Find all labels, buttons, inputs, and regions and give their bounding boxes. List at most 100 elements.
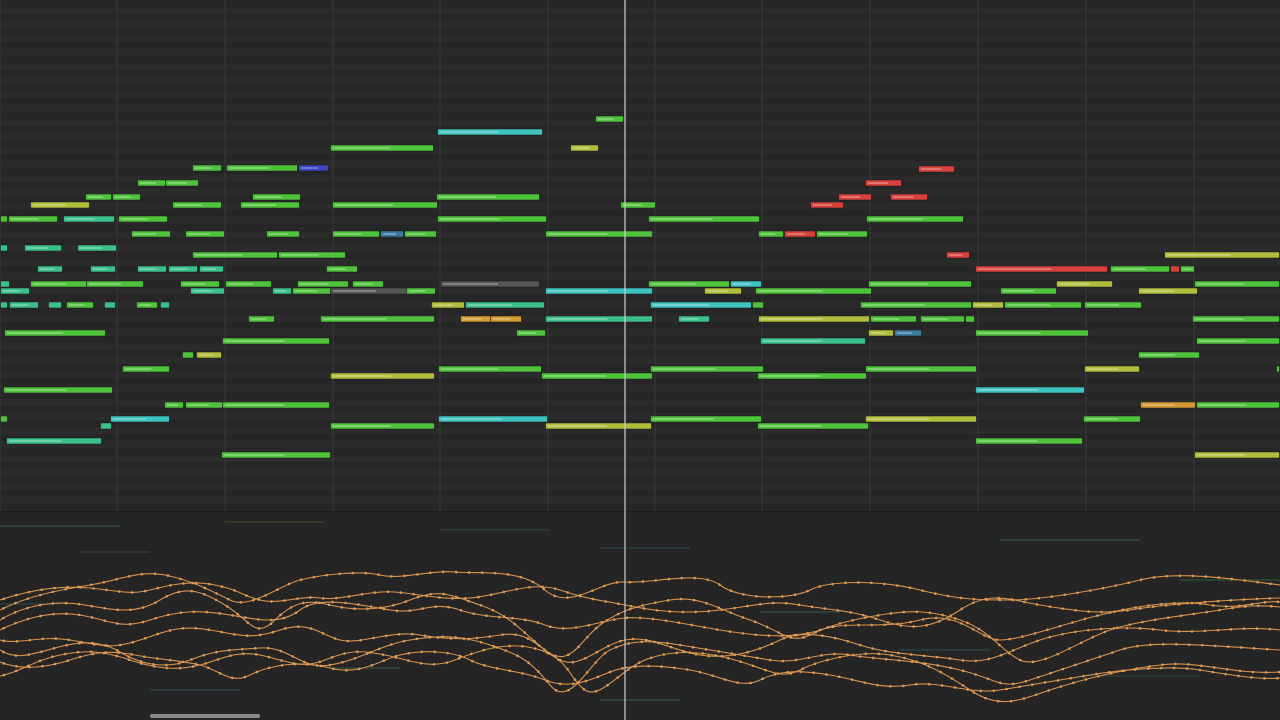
- automation-point[interactable]: [890, 653, 893, 657]
- automation-point[interactable]: [974, 659, 978, 663]
- automation-point[interactable]: [407, 659, 410, 662]
- automation-point[interactable]: [758, 602, 762, 606]
- automation-point[interactable]: [252, 598, 255, 602]
- automation-point[interactable]: [571, 682, 575, 686]
- automation-point[interactable]: [677, 621, 681, 625]
- automation-point[interactable]: [1251, 670, 1255, 674]
- automation-point[interactable]: [1160, 602, 1163, 606]
- automation-point[interactable]: [704, 648, 708, 651]
- automation-point[interactable]: [715, 628, 719, 631]
- automation-point[interactable]: [230, 676, 234, 680]
- midi-note[interactable]: [182, 351, 194, 359]
- automation-point[interactable]: [127, 658, 131, 662]
- automation-point[interactable]: [141, 606, 145, 609]
- automation-point[interactable]: [729, 611, 733, 614]
- automation-point[interactable]: [182, 582, 185, 585]
- automation-point[interactable]: [1061, 607, 1065, 610]
- automation-point[interactable]: [877, 652, 881, 656]
- automation-point[interactable]: [515, 587, 518, 591]
- automation-point[interactable]: [782, 636, 786, 640]
- automation-point[interactable]: [641, 604, 644, 607]
- automation-point[interactable]: [271, 630, 275, 634]
- automation-point[interactable]: [467, 571, 471, 574]
- automation-point[interactable]: [1061, 667, 1065, 671]
- automation-point[interactable]: [666, 641, 669, 645]
- automation-point[interactable]: [533, 639, 536, 643]
- automation-point[interactable]: [789, 672, 793, 675]
- automation-point[interactable]: [76, 650, 80, 654]
- automation-point[interactable]: [1231, 606, 1234, 610]
- automation-point[interactable]: [861, 613, 865, 617]
- automation-point[interactable]: [728, 630, 732, 633]
- automation-point[interactable]: [864, 616, 867, 619]
- automation-point[interactable]: [694, 652, 698, 656]
- automation-point[interactable]: [914, 682, 918, 686]
- automation-point[interactable]: [1226, 645, 1230, 648]
- automation-point[interactable]: [1256, 604, 1260, 608]
- automation-point[interactable]: [821, 634, 824, 638]
- automation-point[interactable]: [1187, 663, 1190, 666]
- automation-point[interactable]: [220, 630, 223, 634]
- automation-point[interactable]: [449, 637, 453, 640]
- automation-point[interactable]: [501, 633, 504, 636]
- automation-point[interactable]: [165, 595, 168, 598]
- automation-point[interactable]: [382, 607, 386, 611]
- automation-point[interactable]: [526, 637, 530, 640]
- automation-point[interactable]: [292, 662, 296, 665]
- automation-point[interactable]: [638, 616, 642, 620]
- automation-point[interactable]: [482, 648, 486, 652]
- automation-point[interactable]: [369, 605, 373, 608]
- horizontal-scrollbar-thumb[interactable]: [150, 714, 260, 718]
- midi-note[interactable]: [0, 244, 8, 252]
- automation-point[interactable]: [179, 611, 183, 614]
- automation-point[interactable]: [921, 589, 925, 592]
- automation-point[interactable]: [1134, 606, 1137, 609]
- automation-point[interactable]: [1269, 604, 1273, 608]
- automation-point[interactable]: [228, 648, 231, 652]
- automation-point[interactable]: [318, 601, 321, 605]
- automation-point[interactable]: [14, 654, 18, 657]
- midi-note[interactable]: [1276, 365, 1280, 373]
- automation-point[interactable]: [1166, 616, 1170, 619]
- automation-point[interactable]: [922, 654, 926, 658]
- automation-point[interactable]: [327, 603, 331, 607]
- automation-point[interactable]: [1021, 635, 1024, 638]
- automation-point[interactable]: [379, 606, 382, 610]
- automation-point[interactable]: [514, 633, 517, 636]
- automation-point[interactable]: [103, 619, 106, 622]
- automation-point[interactable]: [681, 610, 685, 614]
- automation-point[interactable]: [691, 645, 695, 649]
- automation-point[interactable]: [498, 615, 501, 619]
- automation-point[interactable]: [1100, 610, 1103, 614]
- automation-point[interactable]: [884, 649, 887, 653]
- automation-point[interactable]: [668, 610, 672, 613]
- automation-point[interactable]: [876, 614, 880, 617]
- automation-point[interactable]: [143, 655, 146, 658]
- automation-point[interactable]: [1200, 664, 1203, 667]
- automation-point[interactable]: [1074, 609, 1077, 612]
- automation-point[interactable]: [303, 660, 306, 664]
- automation-point[interactable]: [1079, 641, 1083, 645]
- automation-point[interactable]: [1123, 647, 1126, 650]
- automation-point[interactable]: [205, 610, 209, 614]
- automation-point[interactable]: [726, 656, 730, 660]
- automation-point[interactable]: [936, 664, 940, 667]
- automation-point[interactable]: [1048, 635, 1052, 639]
- automation-point[interactable]: [169, 584, 172, 587]
- automation-point[interactable]: [195, 581, 198, 585]
- automation-point[interactable]: [245, 634, 249, 638]
- automation-point[interactable]: [953, 617, 957, 620]
- automation-point[interactable]: [115, 577, 118, 581]
- automation-point[interactable]: [2, 673, 6, 677]
- automation-point[interactable]: [1035, 603, 1039, 606]
- automation-point[interactable]: [1056, 679, 1060, 682]
- automation-point[interactable]: [874, 617, 878, 620]
- automation-point[interactable]: [1061, 632, 1064, 636]
- automation-point[interactable]: [685, 668, 689, 671]
- automation-point[interactable]: [257, 627, 261, 630]
- automation-point[interactable]: [420, 650, 423, 654]
- automation-point[interactable]: [314, 601, 318, 604]
- automation-point[interactable]: [858, 643, 862, 647]
- automation-point[interactable]: [332, 667, 335, 671]
- automation-point[interactable]: [343, 652, 346, 655]
